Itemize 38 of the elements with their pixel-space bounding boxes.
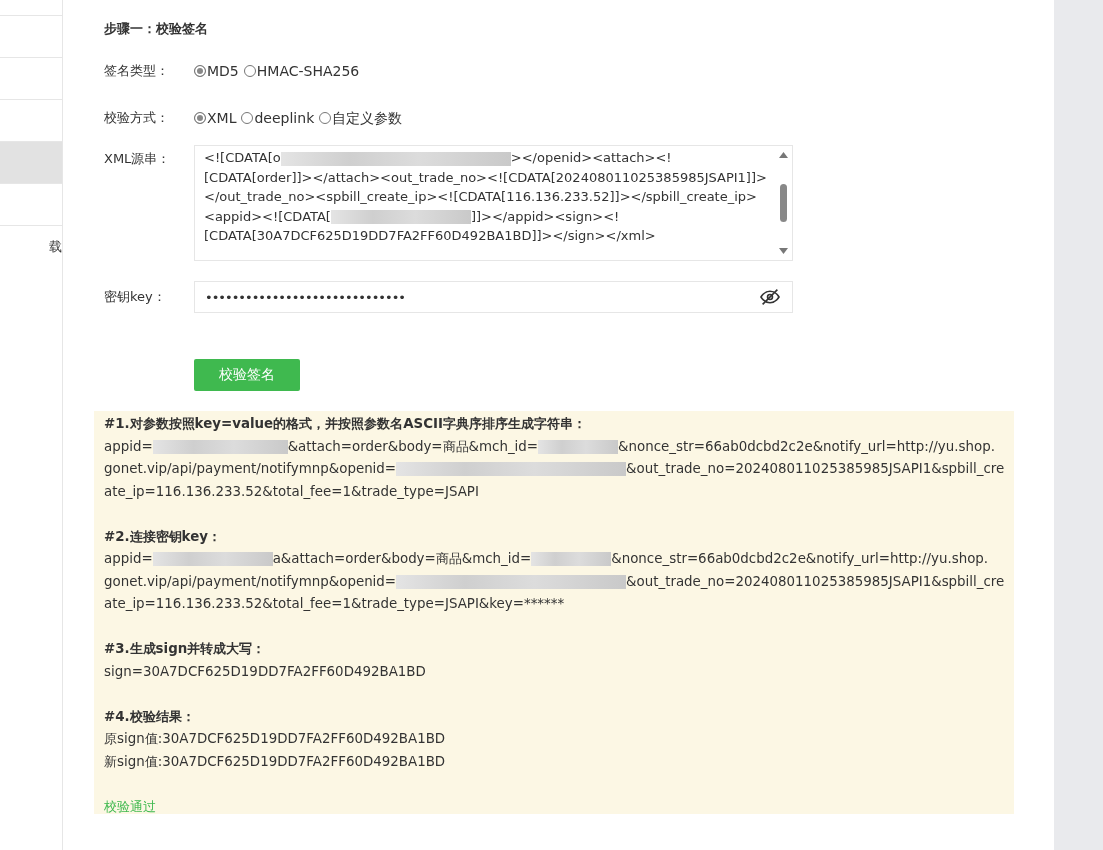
text: appid= <box>104 551 153 566</box>
field-label: 签名类型： <box>104 62 170 80</box>
text: &attach=order&body=商品&mch_id= <box>287 438 539 454</box>
text: sign=30A7DCF625D19DD7FA2FF60D492BA1BD <box>104 663 426 679</box>
text: [CDATA[30A7DCF625D19DD7FA2FF60D492BA1BD]]></sign></xml> <box>204 228 656 243</box>
section-heading: #2.连接密钥key： <box>104 527 222 546</box>
text: gonet.vip/api/payment/notifymnp&openid= <box>104 573 397 589</box>
radio-option[interactable]: HMAC-SHA256 <box>243 61 360 81</box>
radio-option[interactable]: 自定义参数 <box>319 108 403 128</box>
radio-option[interactable]: XML <box>194 108 237 128</box>
text: [CDATA[order]]></attach><out_trade_no><![CDATA[202408011025385985JSAPI1]]> <box>204 169 767 185</box>
text: </out_trade_no><spbill_create_ip><![CDATA[116.136.233.52]]></spbill_create_ip> <box>204 189 757 204</box>
section-heading: #1.对参数按照key=value的格式，并按照参数名ASCII字典序排序生成字符串： <box>104 415 587 433</box>
text: ]]></appid><sign><! <box>470 208 620 224</box>
field-label: 密钥key： <box>104 288 167 306</box>
field-label: 校验方式： <box>104 109 170 127</box>
text: &nonce_str=66ab0dcbd2c2e&notify_url=http://yu.shop. <box>611 551 989 566</box>
text: <![CDATA[o <box>204 150 281 165</box>
section-heading: #4.校验结果： <box>104 707 196 726</box>
text: <appid><![CDATA[ <box>204 208 331 224</box>
step-title: 步骤一：校验签名 <box>104 20 209 38</box>
radio-option[interactable]: deeplink <box>241 108 315 128</box>
field-label: XML源串： <box>104 150 172 168</box>
text: &out_trade_no=202408011025385985JSAPI1&spbill_cre <box>626 573 1005 589</box>
status-text: 校验通过 <box>104 798 156 814</box>
text: &nonce_str=66ab0dcbd2c2e&notify_url=http://yu.shop. <box>618 438 995 454</box>
text: ></openid><attach><! <box>510 150 672 165</box>
text: appid= <box>104 438 153 454</box>
password-field[interactable]: •••••••••••••••••••••••••••••• <box>194 281 793 313</box>
text: ate_ip=116.136.233.52&total_fee=1&trade_type=JSAPI <box>104 483 479 499</box>
radio-option[interactable]: MD5 <box>194 61 239 81</box>
text: &out_trade_no=202408011025385985JSAPI1&spbill_cre <box>626 461 1005 476</box>
text: a&attach=order&body=商品&mch_id= <box>272 551 532 566</box>
text: ate_ip=116.136.233.52&total_fee=1&trade_type=JSAPI&key=****** <box>104 596 565 611</box>
text: 原sign值:30A7DCF625D19DD7FA2FF60D492BA1BD <box>104 731 446 746</box>
section-heading: #3.生成sign并转成大写： <box>104 640 267 658</box>
text: gonet.vip/api/payment/notifymnp&openid= <box>104 461 397 476</box>
text: 新sign值:30A7DCF625D19DD7FA2FF60D492BA1BD <box>104 753 446 769</box>
